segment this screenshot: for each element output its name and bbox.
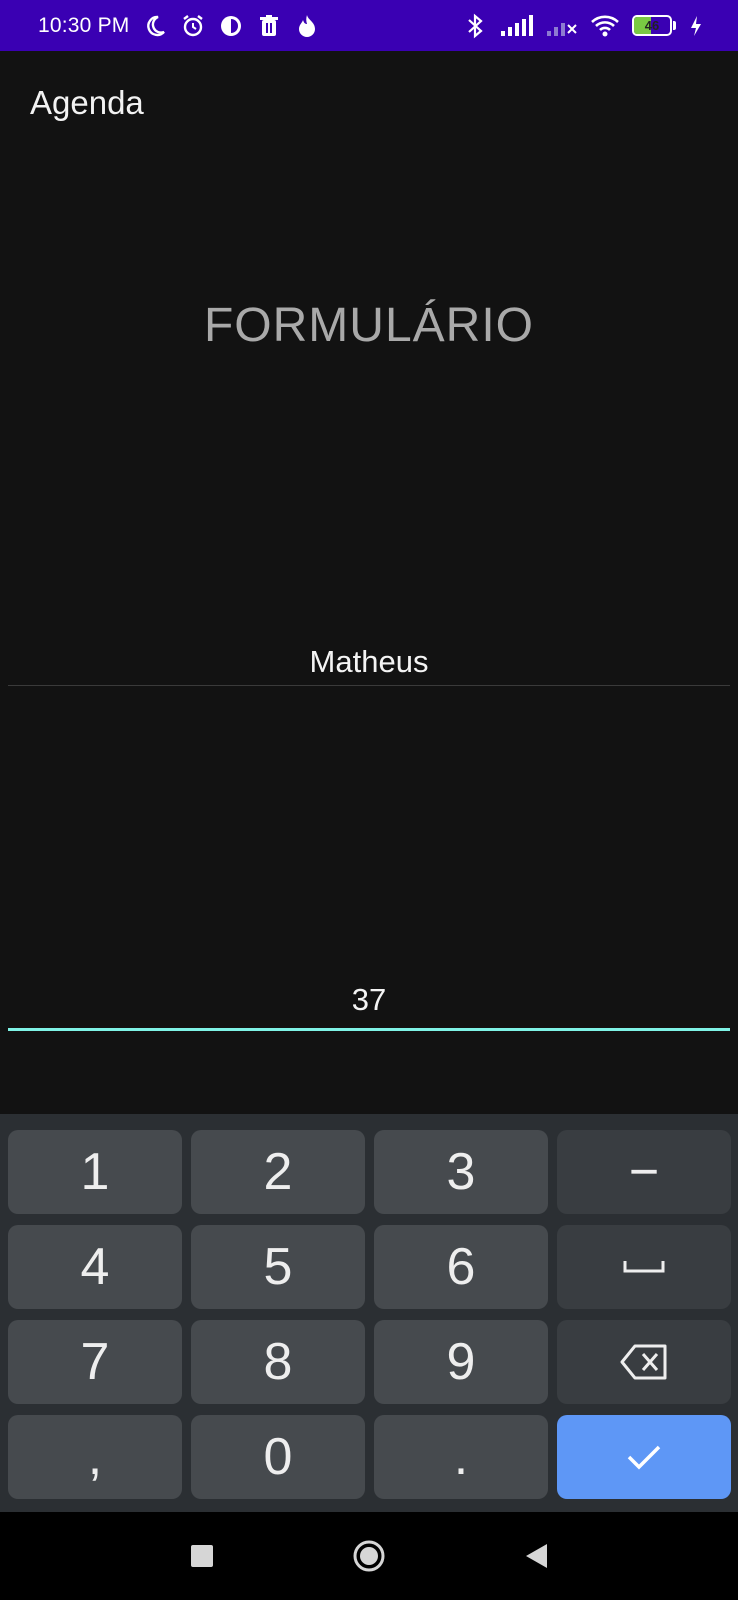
app-icon <box>218 13 244 39</box>
key-label: 3 <box>446 1143 476 1201</box>
navigation-bar <box>0 1512 738 1600</box>
key-label: 2 <box>263 1143 293 1201</box>
key-minus[interactable]: − <box>557 1130 731 1214</box>
key-label: . <box>453 1428 469 1486</box>
check-icon <box>624 1441 664 1473</box>
key-5[interactable]: 5 <box>191 1225 365 1309</box>
name-field-value: Matheus <box>309 644 429 679</box>
wifi-icon <box>590 13 620 39</box>
key-label: 4 <box>80 1238 110 1296</box>
key-7[interactable]: 7 <box>8 1320 182 1404</box>
status-bar: 10:30 PM 46 <box>0 0 738 51</box>
name-field[interactable]: Matheus <box>8 644 730 686</box>
key-label: 5 <box>263 1238 293 1296</box>
app-bar-title: Agenda <box>30 84 144 121</box>
key-label: 0 <box>263 1428 293 1486</box>
key-label: 1 <box>80 1143 110 1201</box>
key-label: − <box>628 1143 660 1201</box>
key-8[interactable]: 8 <box>191 1320 365 1404</box>
backspace-icon <box>619 1343 669 1381</box>
status-time: 10:30 PM <box>38 13 130 37</box>
key-6[interactable]: 6 <box>374 1225 548 1309</box>
battery-level: 46 <box>644 18 660 33</box>
key-3[interactable]: 3 <box>374 1130 548 1214</box>
form-heading: FORMULÁRIO <box>203 299 534 352</box>
recents-icon[interactable] <box>182 1536 222 1576</box>
key-period[interactable]: . <box>374 1415 548 1499</box>
key-label: 7 <box>80 1333 110 1391</box>
key-backspace[interactable] <box>557 1320 731 1404</box>
charging-icon <box>688 13 704 39</box>
bluetooth-icon <box>462 13 488 39</box>
key-1[interactable]: 1 <box>8 1130 182 1214</box>
key-4[interactable]: 4 <box>8 1225 182 1309</box>
flame-icon <box>294 13 320 39</box>
space-icon <box>622 1257 666 1277</box>
key-label: 6 <box>446 1238 476 1296</box>
key-label: 8 <box>263 1333 293 1391</box>
key-9[interactable]: 9 <box>374 1320 548 1404</box>
trash-icon <box>256 13 282 39</box>
battery-icon: 46 <box>632 15 676 36</box>
key-label: 9 <box>446 1333 476 1391</box>
alarm-icon <box>180 13 206 39</box>
age-field-value: 37 <box>351 982 387 1017</box>
key-label: , <box>87 1428 103 1486</box>
home-icon[interactable] <box>349 1536 389 1576</box>
age-field[interactable]: 37 <box>8 982 730 1031</box>
back-icon[interactable] <box>516 1536 556 1576</box>
key-0[interactable]: 0 <box>191 1415 365 1499</box>
moon-icon <box>142 13 168 39</box>
signal-off-icon <box>546 13 578 39</box>
key-comma[interactable]: , <box>8 1415 182 1499</box>
key-2[interactable]: 2 <box>191 1130 365 1214</box>
key-done[interactable] <box>557 1415 731 1499</box>
key-space[interactable] <box>557 1225 731 1309</box>
numeric-keyboard: 1 2 3 − 4 5 6 7 8 9, 0. <box>0 1114 738 1512</box>
signal-icon <box>500 13 534 39</box>
